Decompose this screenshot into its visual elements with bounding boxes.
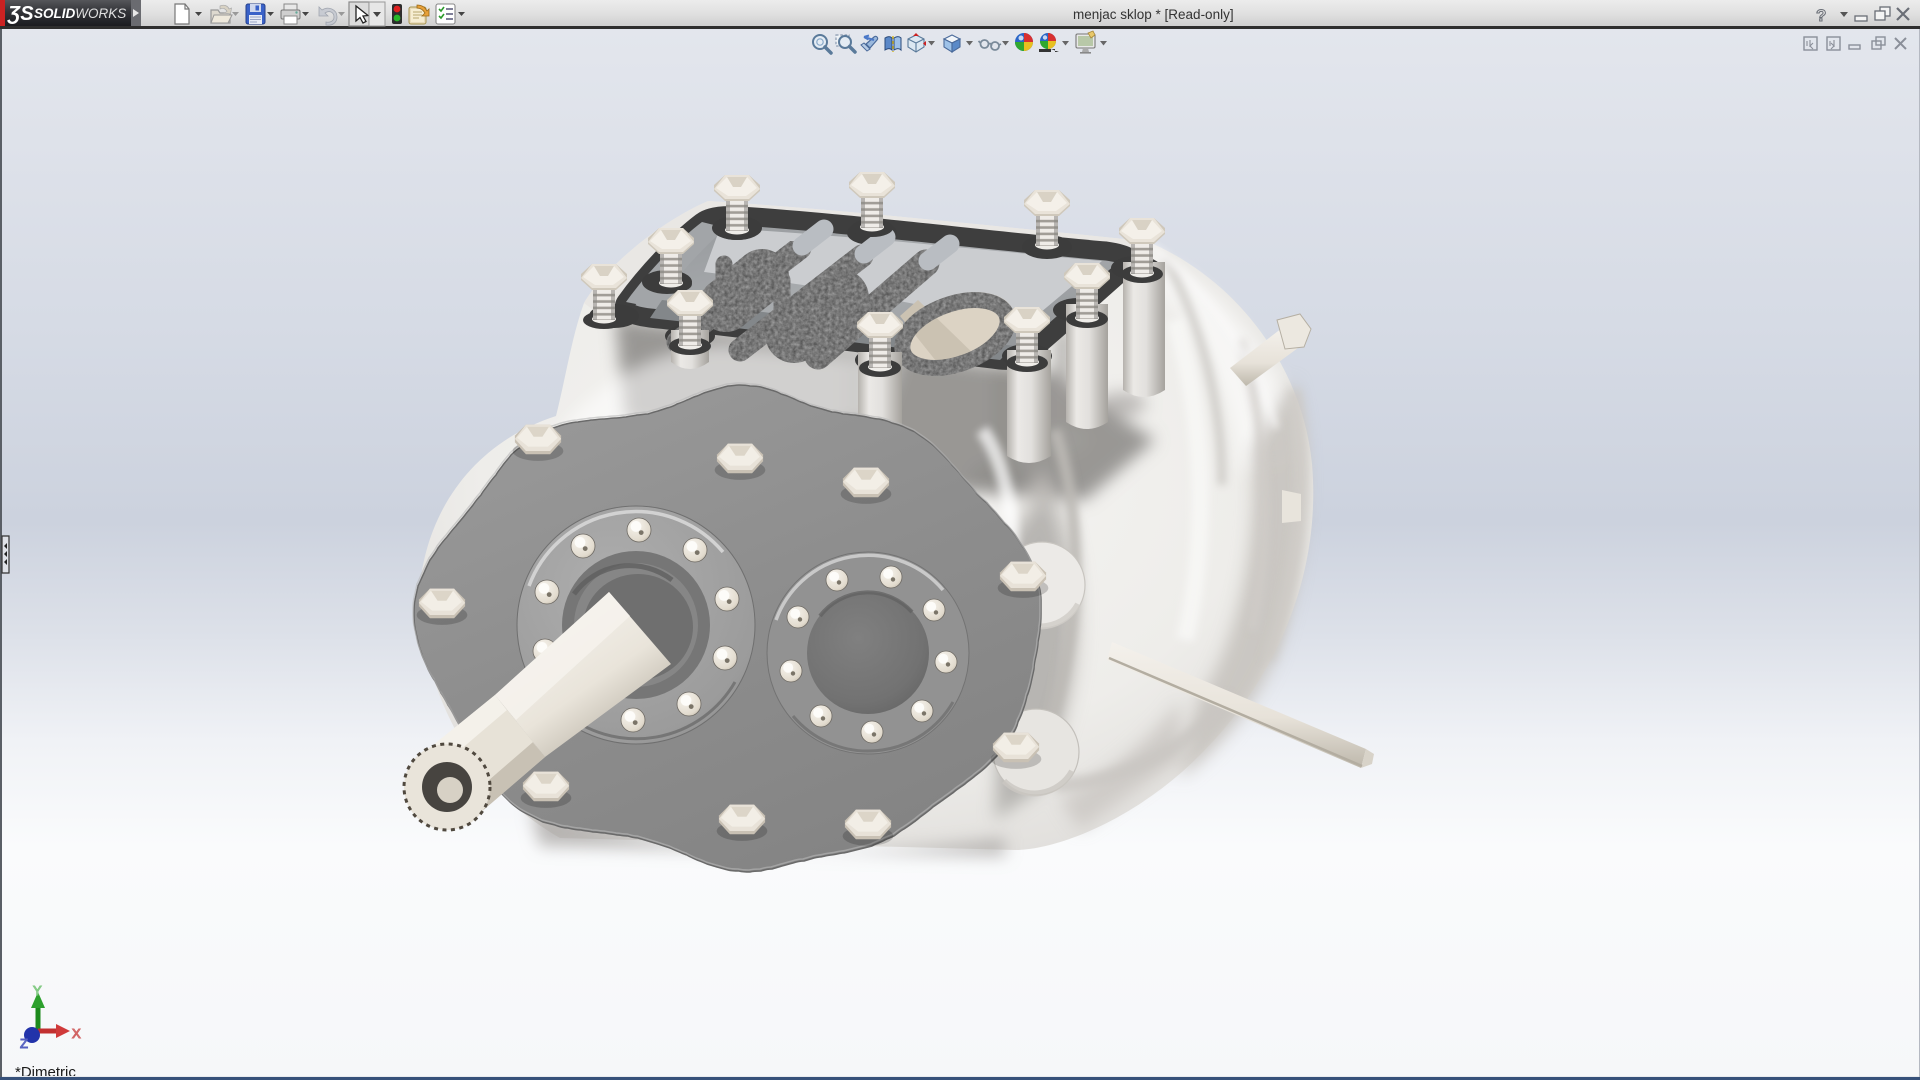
svg-text:X: X — [72, 1026, 81, 1041]
svg-text:?: ? — [1816, 6, 1826, 25]
svg-text:Z: Z — [20, 1036, 28, 1051]
svg-text:ƷS: ƷS — [7, 3, 34, 25]
svg-text:Y: Y — [33, 983, 42, 998]
svg-text:SOLIDWORKS: SOLIDWORKS — [34, 6, 126, 21]
svg-text:menjac sklop * [Read-only]: menjac sklop * [Read-only] — [1073, 7, 1234, 22]
